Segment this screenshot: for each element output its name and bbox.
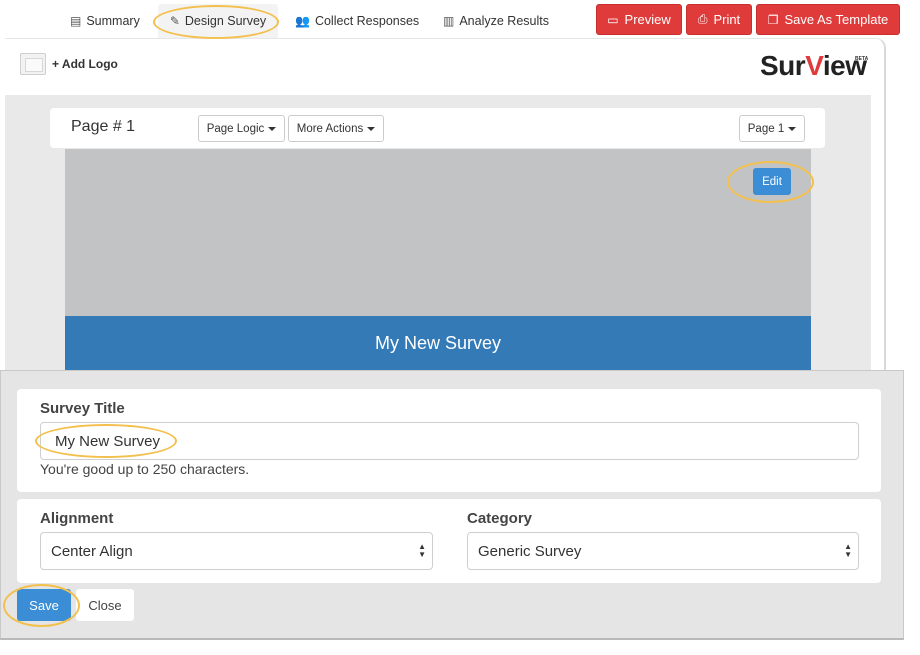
brand-logo-part-1: Sur [760, 50, 806, 81]
add-logo-label: + Add Logo [52, 57, 118, 71]
tab-summary[interactable]: ▤ Summary [70, 4, 150, 38]
help-text: You're good up to 250 characters. [40, 461, 250, 477]
category-select[interactable]: Generic Survey ▲ ▼ [467, 532, 859, 570]
brand-logo-part-3: iew [822, 50, 867, 81]
close-button[interactable]: Close [76, 589, 134, 621]
preview-label: Preview [624, 12, 671, 27]
tab-design-survey-label: Design Survey [184, 14, 267, 28]
print-label: Print [713, 12, 741, 27]
alignment-value: Center Align [51, 542, 133, 560]
edit-icon: ✎ [169, 14, 180, 28]
print-button[interactable]: ⎙ Print [686, 4, 752, 35]
caret-down-icon [367, 126, 376, 131]
survey-title-display: My New Survey [374, 333, 502, 353]
category-label: Category [467, 510, 533, 527]
add-logo-button[interactable]: + Add Logo [20, 53, 118, 75]
header-image-area [65, 149, 811, 317]
tab-analyze-results-label: Analyze Results [459, 14, 549, 28]
monitor-icon: ▭ [607, 12, 619, 27]
newspaper-icon: ▤ [70, 14, 82, 28]
printer-icon: ⎙ [697, 12, 708, 26]
survey-title-value: My New Survey [55, 432, 161, 450]
beta-badge: BETA [855, 56, 869, 62]
more-actions-dropdown[interactable]: More Actions [288, 115, 384, 142]
save-as-template-button[interactable]: ❐ Save As Template [756, 4, 900, 35]
survey-title-bar: My New Survey [65, 316, 811, 371]
bar-chart-icon: ▥ [443, 14, 455, 28]
page-select-dropdown[interactable]: Page 1 [739, 115, 805, 142]
caret-down-icon [788, 126, 797, 131]
page-toolbar [50, 108, 825, 148]
page-logic-label: Page Logic [206, 122, 265, 135]
preview-button[interactable]: ▭ Preview [596, 4, 682, 35]
survey-title-label: Survey Title [40, 400, 125, 417]
alignment-label: Alignment [40, 510, 114, 527]
select-arrows-icon: ▲ ▼ [418, 542, 426, 559]
tab-summary-label: Summary [86, 14, 140, 28]
page-title: Page # 1 [71, 118, 136, 135]
image-placeholder-icon [20, 53, 46, 75]
tab-collect-responses[interactable]: 👥 Collect Responses [295, 4, 420, 38]
users-icon: 👥 [295, 14, 310, 28]
survey-title-input[interactable]: My New Survey [40, 422, 859, 460]
tab-design-survey[interactable]: ✎ Design Survey [158, 4, 278, 38]
alignment-select[interactable]: Center Align ▲ ▼ [40, 532, 433, 570]
brand-logo-part-2: V [805, 50, 823, 81]
save-button[interactable]: Save [17, 589, 71, 621]
top-nav: ▤ Summary ✎ Design Survey 👥 Collect Resp… [0, 0, 920, 38]
more-actions-label: More Actions [296, 122, 364, 135]
page-select-label: Page 1 [747, 122, 785, 135]
page-logic-dropdown[interactable]: Page Logic [198, 115, 285, 142]
select-arrows-icon: ▲ ▼ [844, 542, 852, 559]
category-value: Generic Survey [478, 542, 582, 560]
save-as-template-label: Save As Template [784, 12, 889, 27]
tab-collect-responses-label: Collect Responses [314, 14, 420, 28]
tab-analyze-results[interactable]: ▥ Analyze Results [443, 4, 553, 38]
copy-icon: ❐ [767, 12, 779, 27]
caret-down-icon [268, 126, 277, 131]
brand-logo: SurView [760, 50, 867, 82]
edit-button[interactable]: Edit [753, 168, 791, 195]
